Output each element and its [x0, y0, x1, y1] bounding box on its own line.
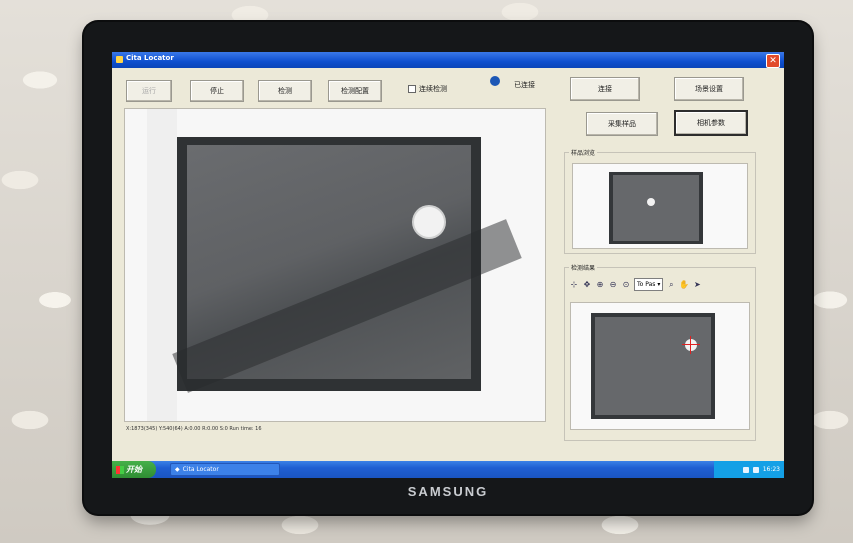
clock: 16:23	[762, 466, 780, 473]
continuous-check-label: 连续检测	[419, 85, 447, 93]
screen: Cita Locator ✕ 运行 停止 检测 检测配置 连续检测 已连接 X:…	[112, 52, 784, 478]
continuous-check[interactable]: 连续检测	[408, 84, 447, 94]
result-label: 检测结果	[569, 263, 598, 272]
select-tool-icon[interactable]: ⊹	[569, 280, 579, 290]
zoom-select[interactable]: To Pas ▾	[634, 278, 664, 291]
result-group: 检测结果 ⊹ ✥ ⊕ ⊖ ⊙ To Pas ▾ ⌕ ✋ ➤	[564, 263, 756, 441]
windows-logo-icon	[116, 465, 124, 474]
taskbar: 开始 ◆ Cita Locator 16:23	[112, 461, 784, 478]
checkbox[interactable]	[408, 85, 416, 93]
connect-button[interactable]: 连接	[570, 77, 640, 101]
network-icon[interactable]	[742, 466, 749, 473]
app-icon	[116, 56, 123, 63]
fit-zoom-icon[interactable]: ⊙	[621, 280, 631, 290]
app-icon: ◆	[175, 466, 180, 473]
task-item-label: Cita Locator	[182, 466, 219, 473]
zoom-in-icon[interactable]: ⊕	[595, 280, 605, 290]
image-edge	[147, 109, 177, 421]
monitor: Cita Locator ✕ 运行 停止 检测 检测配置 连续检测 已连接 X:…	[84, 22, 812, 514]
result-toolbar: ⊹ ✥ ⊕ ⊖ ⊙ To Pas ▾ ⌕ ✋ ➤	[569, 278, 702, 291]
system-tray: 16:23	[714, 461, 784, 478]
detection-marker	[682, 336, 700, 354]
shadow-stripe	[172, 219, 522, 393]
sample-disk	[414, 207, 444, 237]
window-title: Cita Locator	[126, 54, 174, 62]
close-icon[interactable]: ✕	[766, 54, 780, 68]
status-coordinates: X:1873(345) Y:540(64) A:0.00 R:0.00 S:0 …	[126, 426, 262, 432]
sample-preview-group: 样品浏览	[564, 148, 756, 254]
chevron-down-icon: ▾	[657, 281, 661, 288]
toolbar: 运行 停止 检测 检测配置	[114, 70, 552, 102]
camera-image-view[interactable]	[124, 108, 546, 422]
task-item-cita-locator[interactable]: ◆ Cita Locator	[170, 463, 280, 476]
connection-status: 已连接	[514, 81, 535, 89]
tray-interior	[172, 145, 522, 393]
monitor-brand: SAMSUNG	[407, 484, 489, 499]
connection-status-icon	[490, 76, 500, 86]
zoom-select-value: To Pas	[637, 281, 656, 288]
sample-preview-label: 样品浏览	[569, 148, 598, 157]
sample-thumbnail[interactable]	[572, 163, 748, 249]
result-image[interactable]	[570, 302, 750, 430]
pan-tool-icon[interactable]: ✥	[582, 280, 592, 290]
tray-image	[172, 137, 522, 393]
camera-params-button[interactable]: 相机参数	[674, 110, 748, 136]
zoom-out-icon[interactable]: ⊖	[608, 280, 618, 290]
detect-button[interactable]: 检测	[258, 80, 312, 102]
capture-sample-button[interactable]: 采集样品	[586, 112, 658, 136]
title-bar: Cita Locator ✕	[112, 52, 784, 68]
stop-button[interactable]: 停止	[190, 80, 244, 102]
start-label: 开始	[126, 465, 142, 474]
search-icon[interactable]: ⌕	[666, 280, 676, 290]
run-button[interactable]: 运行	[126, 80, 172, 102]
detect-config-button[interactable]: 检测配置	[328, 80, 382, 102]
volume-icon[interactable]	[752, 466, 759, 473]
start-button[interactable]: 开始	[112, 461, 156, 478]
hand-icon[interactable]: ✋	[679, 280, 689, 290]
scene-settings-button[interactable]: 场景设置	[674, 77, 744, 101]
pointer-icon[interactable]: ➤	[692, 280, 702, 290]
